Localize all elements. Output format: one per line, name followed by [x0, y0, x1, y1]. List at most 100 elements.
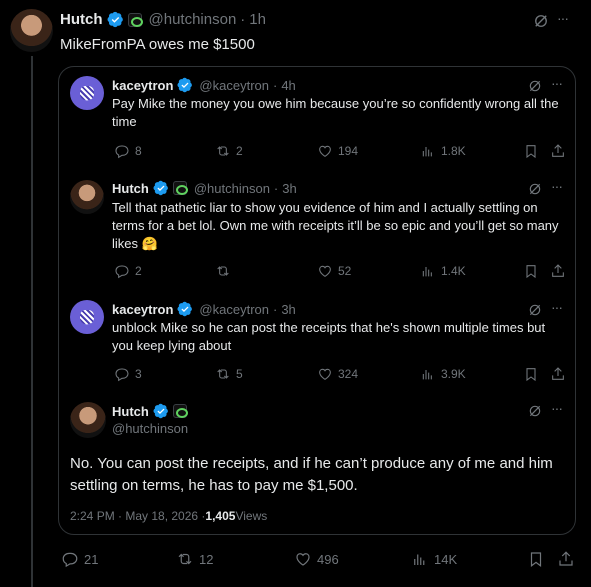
grok-icon[interactable]: [527, 181, 543, 197]
reply-button[interactable]: 21: [61, 550, 98, 568]
like-button[interactable]: 496: [294, 550, 339, 568]
post-time[interactable]: 1h: [249, 11, 266, 28]
repost-icon: [176, 550, 194, 568]
heart-icon: [294, 550, 312, 568]
share-button[interactable]: [550, 263, 566, 279]
avatar[interactable]: [70, 180, 104, 214]
repost-button[interactable]: [215, 263, 236, 279]
heart-icon: [317, 263, 333, 279]
share-button[interactable]: [550, 366, 566, 382]
share-button[interactable]: [550, 143, 566, 159]
bookmark-button[interactable]: [523, 263, 539, 279]
reply-button[interactable]: 3: [114, 366, 142, 382]
share-icon: [550, 263, 566, 279]
reply-header: kaceytron @kaceytron · 3h: [112, 301, 296, 317]
post-text: MikeFromPA owes me $1500: [60, 36, 255, 53]
share-icon: [550, 366, 566, 382]
like-button[interactable]: 194: [317, 143, 358, 159]
focused-meta: 2:24 PM · May 18, 2026 · 1,405 Views: [70, 509, 267, 523]
author-handle[interactable]: @hutchinson: [194, 181, 270, 196]
more-options-icon[interactable]: ···: [551, 75, 563, 91]
focused-text: No. You can post the receipts, and if he…: [70, 455, 553, 494]
thread-line: [31, 56, 33, 587]
post-timestamp[interactable]: 2:24 PM · May 18, 2026 ·: [70, 509, 205, 523]
share-icon: [557, 550, 575, 568]
more-options-icon[interactable]: ···: [551, 299, 563, 315]
repost-button[interactable]: 12: [176, 550, 213, 568]
bookmark-icon: [523, 263, 539, 279]
views-label: Views: [235, 509, 268, 523]
reply-time[interactable]: 3h: [281, 302, 295, 317]
grok-icon[interactable]: [532, 12, 550, 30]
reply-icon: [114, 263, 130, 279]
more-options-icon[interactable]: ···: [551, 400, 563, 416]
verified-icon: [177, 77, 193, 93]
author-name[interactable]: Hutch: [112, 181, 149, 196]
author-name[interactable]: Hutch: [60, 11, 103, 28]
verified-icon: [177, 301, 193, 317]
views-icon: [420, 263, 436, 279]
author-handle[interactable]: @kaceytron: [199, 302, 269, 317]
org-badge-icon: [172, 181, 188, 195]
more-options-icon[interactable]: ···: [557, 10, 569, 26]
bookmark-button[interactable]: [523, 143, 539, 159]
avatar[interactable]: [10, 9, 53, 52]
author-handle[interactable]: @kaceytron: [199, 78, 269, 93]
repost-icon: [215, 143, 231, 159]
bookmark-button[interactable]: [527, 550, 545, 568]
author-name[interactable]: kaceytron: [112, 78, 173, 93]
avatar[interactable]: [70, 300, 104, 334]
org-badge-icon: [127, 12, 143, 27]
heart-icon: [317, 366, 333, 382]
repost-button[interactable]: 2: [215, 143, 243, 159]
reply-icon: [61, 550, 79, 568]
bookmark-button[interactable]: [523, 366, 539, 382]
grok-icon[interactable]: [527, 403, 543, 419]
share-icon: [550, 143, 566, 159]
views-button[interactable]: 3.9K: [420, 366, 466, 382]
views-button[interactable]: 1.8K: [420, 143, 466, 159]
repost-icon: [215, 366, 231, 382]
author-handle[interactable]: @hutchinson: [149, 11, 237, 28]
reply-time[interactable]: 3h: [282, 181, 296, 196]
bookmark-icon: [527, 550, 545, 568]
like-button[interactable]: 324: [317, 366, 358, 382]
more-options-icon[interactable]: ···: [551, 178, 563, 194]
reply-button[interactable]: 2: [114, 263, 142, 279]
views-button[interactable]: 14K: [411, 550, 457, 568]
reply-button[interactable]: 8: [114, 143, 142, 159]
like-button[interactable]: 52: [317, 263, 351, 279]
views-icon: [420, 366, 436, 382]
author-handle[interactable]: @hutchinson: [112, 421, 188, 436]
dot-separator: ·: [240, 11, 246, 28]
focused-header: Hutch: [112, 403, 188, 419]
reply-icon: [114, 143, 130, 159]
views-button[interactable]: 1.4K: [420, 263, 466, 279]
verified-icon: [153, 403, 169, 419]
share-button[interactable]: [557, 550, 575, 568]
reply-icon: [114, 366, 130, 382]
views-icon: [411, 550, 429, 568]
reply-text: Pay Mike the money you owe him because y…: [112, 96, 559, 129]
grok-icon[interactable]: [527, 302, 543, 318]
post-header: Hutch @hutchinson · 1h: [60, 11, 266, 28]
reply-header: kaceytron @kaceytron · 4h: [112, 77, 296, 93]
avatar[interactable]: [70, 76, 104, 110]
dot-separator: ·: [273, 180, 279, 196]
dot-separator: ·: [272, 77, 278, 93]
reply-text: unblock Mike so he can post the receipts…: [112, 320, 546, 353]
repost-icon: [215, 263, 231, 279]
bookmark-icon: [523, 143, 539, 159]
dot-separator: ·: [272, 301, 278, 317]
verified-icon: [107, 11, 124, 28]
views-icon: [420, 143, 436, 159]
reply-time[interactable]: 4h: [281, 78, 295, 93]
avatar[interactable]: [70, 402, 106, 438]
repost-button[interactable]: 5: [215, 366, 243, 382]
author-name[interactable]: kaceytron: [112, 302, 173, 317]
author-name[interactable]: Hutch: [112, 404, 149, 419]
grok-icon[interactable]: [527, 78, 543, 94]
reply-header: Hutch @hutchinson · 3h: [112, 180, 297, 196]
views-count: 1,405: [205, 509, 236, 523]
org-badge-icon: [172, 404, 188, 418]
